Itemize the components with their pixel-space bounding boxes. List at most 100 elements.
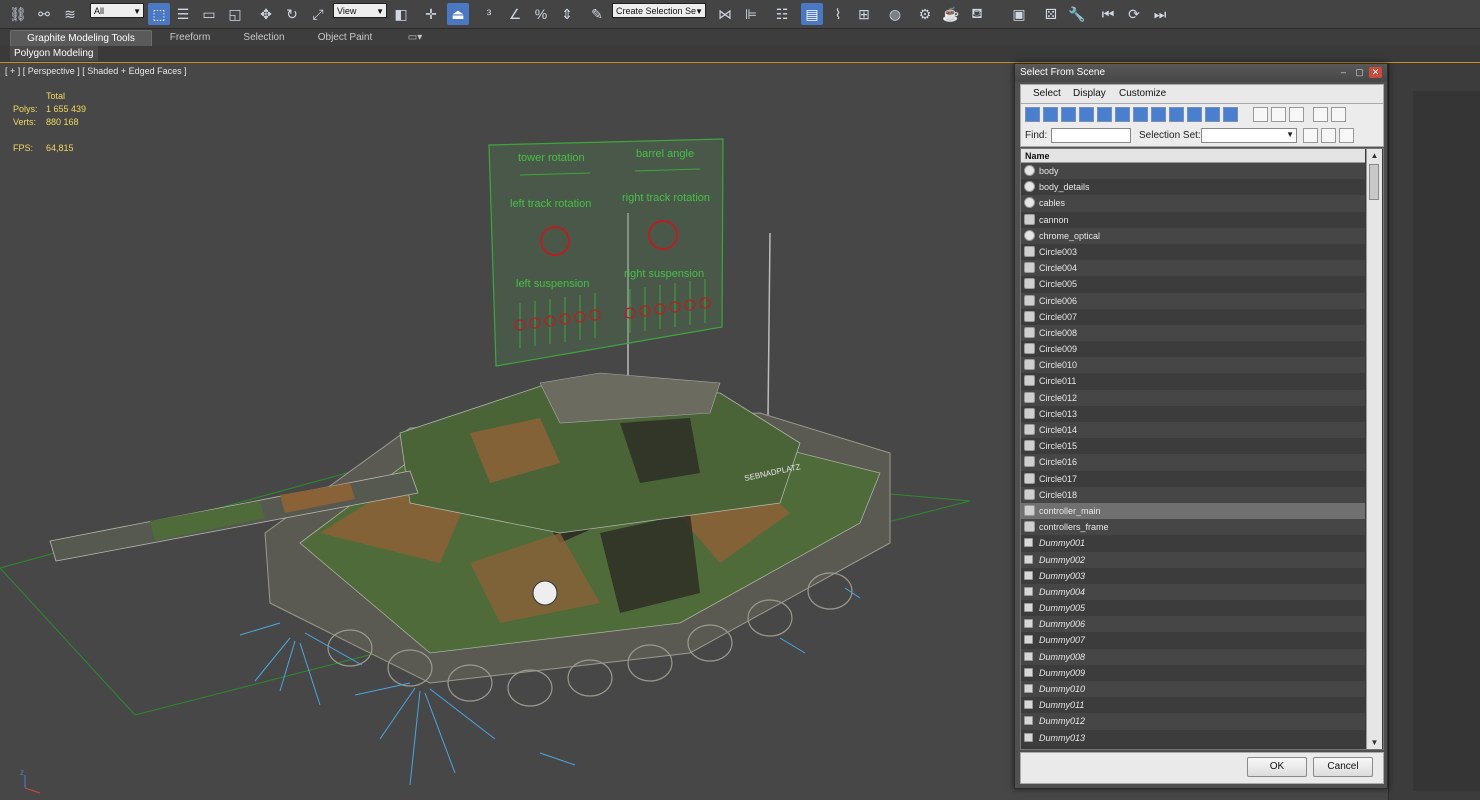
select-manipulate-icon[interactable]: ✛	[420, 3, 442, 25]
keyboard-shortcut-override-icon[interactable]: ⏏	[447, 3, 469, 25]
list-item[interactable]: Circle013	[1021, 405, 1365, 422]
find-input[interactable]	[1051, 128, 1131, 143]
reference-coordinate-dropdown[interactable]: View ▼	[333, 3, 387, 18]
layer-manager-icon[interactable]: ☷	[771, 3, 793, 25]
list-item[interactable]: Circle007	[1021, 308, 1365, 325]
display-groups-icon[interactable]	[1133, 107, 1148, 122]
polygon-modeling-panel[interactable]: Polygon Modeling	[10, 46, 98, 61]
list-item[interactable]: Dummy005	[1021, 600, 1365, 617]
key-previous-icon[interactable]: ⏮	[1097, 3, 1119, 25]
list-item[interactable]: cannon	[1021, 211, 1365, 228]
menu-select[interactable]: Select	[1033, 88, 1061, 99]
list-item[interactable]: Dummy011	[1021, 697, 1365, 714]
ok-button[interactable]: OK	[1247, 757, 1307, 777]
display-shapes-icon[interactable]	[1043, 107, 1058, 122]
list-item[interactable]: Circle017	[1021, 470, 1365, 487]
snaps-toggle-icon[interactable]: ³	[478, 3, 500, 25]
display-space-warps-icon[interactable]	[1115, 107, 1130, 122]
render-production-icon[interactable]: ⛾	[966, 3, 988, 25]
link-icon[interactable]: ⛓	[7, 3, 29, 25]
list-item[interactable]: Dummy004	[1021, 583, 1365, 601]
tab-freeform[interactable]: Freeform	[160, 30, 220, 45]
percent-snap-icon[interactable]: %	[530, 3, 552, 25]
list-item[interactable]: Dummy012	[1021, 713, 1365, 730]
display-bones-icon[interactable]	[1169, 107, 1184, 122]
list-item[interactable]: Circle008	[1021, 324, 1365, 342]
display-xrefs-icon[interactable]	[1151, 107, 1166, 122]
rotate-icon[interactable]: ↻	[281, 3, 303, 25]
list-item[interactable]: Circle012	[1021, 389, 1365, 406]
list-item[interactable]: Circle014	[1021, 422, 1365, 439]
list-item[interactable]: controller_main	[1021, 502, 1365, 520]
populate-icon[interactable]: ⚄	[1040, 3, 1062, 25]
display-lights-icon[interactable]	[1061, 107, 1076, 122]
selection-set-dropdown[interactable]: ▼	[1201, 128, 1297, 143]
edit-named-selection-icon[interactable]: ✎	[586, 3, 608, 25]
list-item[interactable]: Dummy001	[1021, 535, 1365, 552]
list-item[interactable]: body	[1021, 163, 1365, 180]
align-icon[interactable]: ⊫	[740, 3, 762, 25]
list-item[interactable]: Dummy010	[1021, 681, 1365, 698]
schematic-view-icon[interactable]: ⊞	[853, 3, 875, 25]
list-item[interactable]: Dummy003	[1021, 567, 1365, 584]
add-to-selection-set-icon[interactable]	[1321, 128, 1336, 143]
render-setup-icon[interactable]: ⚙	[914, 3, 936, 25]
material-editor-icon[interactable]: ◍	[884, 3, 906, 25]
select-object-icon[interactable]: ⬚	[148, 3, 170, 25]
scroll-thumb[interactable]	[1369, 164, 1379, 200]
tank-model[interactable]: SEBNADPLATZ	[49, 372, 891, 707]
key-next-icon[interactable]: ⏭	[1149, 3, 1171, 25]
bind-space-warp-icon[interactable]: ≋	[59, 3, 81, 25]
list-item[interactable]: Dummy008	[1021, 648, 1365, 665]
ribbon-options-icon[interactable]: ▭▾	[402, 30, 428, 45]
list-item[interactable]: Dummy007	[1021, 632, 1365, 649]
spinner-snap-icon[interactable]: ⇕	[556, 3, 578, 25]
scene-object-list[interactable]: Name body body_details cables cannon chrome_…	[1020, 148, 1384, 750]
list-item[interactable]: Circle010	[1021, 357, 1365, 374]
container-icon[interactable]: ▣	[1008, 3, 1030, 25]
list-item[interactable]: Circle005	[1021, 276, 1365, 293]
display-cameras-icon[interactable]	[1079, 107, 1094, 122]
list-item[interactable]: Circle015	[1021, 438, 1365, 455]
rendered-frame-window-icon[interactable]: ☕	[940, 3, 962, 25]
tab-graphite-modeling-tools[interactable]: Graphite Modeling Tools	[10, 30, 152, 47]
list-item[interactable]: Circle006	[1021, 292, 1365, 309]
list-item[interactable]: body_details	[1021, 179, 1365, 196]
maximize-icon[interactable]: ▢	[1353, 67, 1366, 78]
create-selection-set-icon[interactable]	[1303, 128, 1318, 143]
list-item[interactable]: Circle003	[1021, 243, 1365, 261]
list-item[interactable]: Dummy013	[1021, 729, 1365, 746]
select-none-icon[interactable]	[1271, 107, 1286, 122]
tab-object-paint[interactable]: Object Paint	[310, 30, 380, 45]
column-header-name[interactable]: Name	[1021, 149, 1365, 163]
move-icon[interactable]: ✥	[255, 3, 277, 25]
list-item[interactable]: Circle004	[1021, 260, 1365, 277]
display-helpers-icon[interactable]	[1097, 107, 1112, 122]
display-containers-icon[interactable]	[1187, 107, 1202, 122]
list-item[interactable]: Dummy009	[1021, 664, 1365, 681]
display-hidden-icon[interactable]	[1223, 107, 1238, 122]
list-item[interactable]: chrome_optical	[1021, 227, 1365, 244]
list-item[interactable]: controllers_frame	[1021, 519, 1365, 536]
list-item[interactable]: Circle009	[1021, 341, 1365, 358]
close-icon[interactable]: ✕	[1369, 67, 1382, 78]
list-item[interactable]: Dummy002	[1021, 551, 1365, 568]
sync-selection-icon[interactable]	[1331, 107, 1346, 122]
filter-icon[interactable]	[1313, 107, 1328, 122]
display-frozen-icon[interactable]	[1205, 107, 1220, 122]
key-toggle-icon[interactable]: ⟳	[1123, 3, 1145, 25]
wrench-icon[interactable]: 🔧	[1066, 3, 1088, 25]
minimize-icon[interactable]: –	[1337, 67, 1350, 78]
menu-customize[interactable]: Customize	[1119, 88, 1166, 99]
named-selection-set-dropdown[interactable]: Create Selection Se ▼	[612, 3, 706, 18]
cancel-button[interactable]: Cancel	[1313, 757, 1373, 777]
command-panel[interactable]	[1388, 63, 1480, 800]
scroll-down-icon[interactable]: ▼	[1367, 736, 1382, 749]
angle-snap-icon[interactable]: ∠	[504, 3, 526, 25]
curve-editor-icon[interactable]: ⌇	[827, 3, 849, 25]
list-item[interactable]: Circle018	[1021, 486, 1365, 503]
scroll-up-icon[interactable]: ▲	[1367, 149, 1382, 162]
tab-selection[interactable]: Selection	[234, 30, 294, 45]
display-geometry-icon[interactable]	[1025, 107, 1040, 122]
pivot-center-icon[interactable]: ◧	[390, 3, 412, 25]
